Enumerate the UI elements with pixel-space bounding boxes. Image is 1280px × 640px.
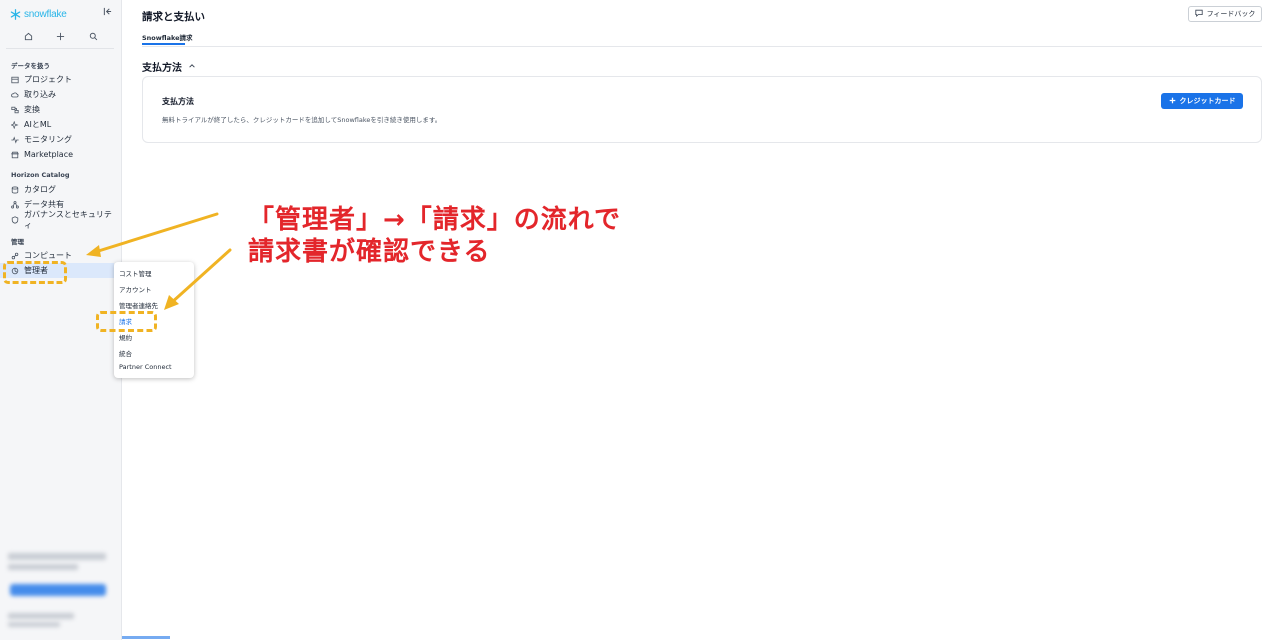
tab-border — [142, 46, 1262, 47]
payment-section-header: 支払方法 — [142, 59, 196, 74]
home-icon[interactable] — [21, 29, 35, 43]
sidebar-item-projects[interactable]: プロジェクト — [0, 72, 114, 87]
menu-item-partner-connect[interactable]: Partner Connect — [119, 363, 172, 371]
shield-icon — [11, 215, 19, 224]
sidebar-item-marketplace[interactable]: Marketplace — [0, 147, 114, 162]
plus-icon[interactable] — [54, 29, 68, 43]
folder-icon — [11, 76, 19, 84]
annotation-line-1: 「管理者」→「請求」の流れで — [248, 205, 622, 235]
quick-actions — [0, 29, 122, 43]
store-icon — [11, 151, 19, 159]
sidebar-item-catalog[interactable]: カタログ — [0, 182, 114, 197]
sidebar-item-governance[interactable]: ガバナンスとセキュリティ — [0, 210, 114, 230]
search-icon[interactable] — [87, 29, 101, 43]
feedback-button[interactable]: フィードバック — [1188, 6, 1262, 22]
blurred-upgrade-button[interactable] — [10, 584, 106, 596]
database-icon — [11, 186, 19, 194]
menu-item-terms[interactable]: 規約 — [119, 332, 132, 342]
plus-icon — [1169, 97, 1176, 106]
blurred-user-info — [8, 613, 74, 619]
sidebar-item-label: カタログ — [24, 185, 56, 194]
sidebar-item-label: 変換 — [24, 105, 40, 114]
chevron-up-icon[interactable] — [188, 62, 196, 72]
page-title: 請求と支払い — [142, 11, 205, 23]
compute-icon — [11, 252, 19, 260]
cloud-upload-icon — [11, 91, 19, 99]
sidebar-item-monitoring[interactable]: モニタリング — [0, 132, 114, 147]
logo-text: snowflake — [24, 8, 67, 20]
collapse-sidebar-icon[interactable] — [103, 7, 112, 19]
transform-icon — [11, 106, 19, 114]
tab-active-indicator — [142, 43, 185, 45]
bottom-scroll-indicator — [122, 636, 170, 639]
sidebar-item-ai-ml[interactable]: AIとML — [0, 117, 114, 132]
annotation-line-2: 請求書が確認できる — [248, 237, 491, 267]
payment-section-title: 支払方法 — [142, 63, 182, 74]
annotation-note: 「管理者」→「請求」の流れで 請求書が確認できる — [248, 204, 621, 268]
snowflake-icon — [10, 5, 21, 24]
logo-row: snowflake — [10, 7, 114, 21]
chat-icon — [1194, 9, 1203, 19]
activity-icon — [11, 135, 19, 144]
sidebar-item-transform[interactable]: 変換 — [0, 102, 114, 117]
sparkle-icon — [11, 120, 19, 129]
sidebar-item-label: コンピュート — [24, 251, 72, 260]
feedback-label: フィードバック — [1206, 10, 1256, 18]
section-title-horizon: Horizon Catalog — [11, 171, 70, 179]
payment-card: 支払方法 無料トライアルが終了したら、クレジットカードを追加してSnowflak… — [142, 76, 1262, 143]
section-title-data: データを扱う — [11, 62, 50, 70]
payment-card-description: 無料トライアルが終了したら、クレジットカードを追加してSnowflakeを引き続… — [162, 116, 442, 124]
add-credit-card-button[interactable]: クレジットカード — [1161, 93, 1243, 109]
section-title-admin: 管理 — [11, 238, 24, 246]
sidebar-item-label: 取り込み — [24, 90, 56, 99]
sidebar-item-label: モニタリング — [24, 135, 72, 144]
menu-item-integrations[interactable]: 統合 — [119, 348, 132, 358]
blurred-account-info — [8, 553, 106, 560]
highlight-admin — [3, 261, 67, 284]
payment-card-title: 支払方法 — [162, 97, 194, 106]
sidebar-item-label: ガバナンスとセキュリティ — [24, 209, 112, 230]
menu-item-accounts[interactable]: アカウント — [119, 284, 152, 294]
snowflake-logo[interactable]: snowflake — [10, 5, 67, 24]
tab-snowflake-billing[interactable]: Snowflake請求 — [142, 32, 193, 42]
sidebar-item-label: Marketplace — [24, 150, 74, 159]
share-icon — [11, 200, 19, 209]
sidebar-item-label: AIとML — [24, 120, 52, 129]
sidebar-divider — [6, 48, 114, 49]
add-credit-card-label: クレジットカード — [1179, 97, 1236, 105]
sidebar-item-ingest[interactable]: 取り込み — [0, 87, 114, 102]
sidebar-item-label: プロジェクト — [24, 75, 72, 84]
blurred-account-info-2 — [8, 564, 78, 570]
highlight-billing — [96, 311, 157, 332]
menu-item-cost-management[interactable]: コスト管理 — [119, 268, 152, 278]
menu-item-admin-contacts[interactable]: 管理者連絡先 — [119, 300, 158, 310]
blurred-user-role — [8, 622, 60, 627]
